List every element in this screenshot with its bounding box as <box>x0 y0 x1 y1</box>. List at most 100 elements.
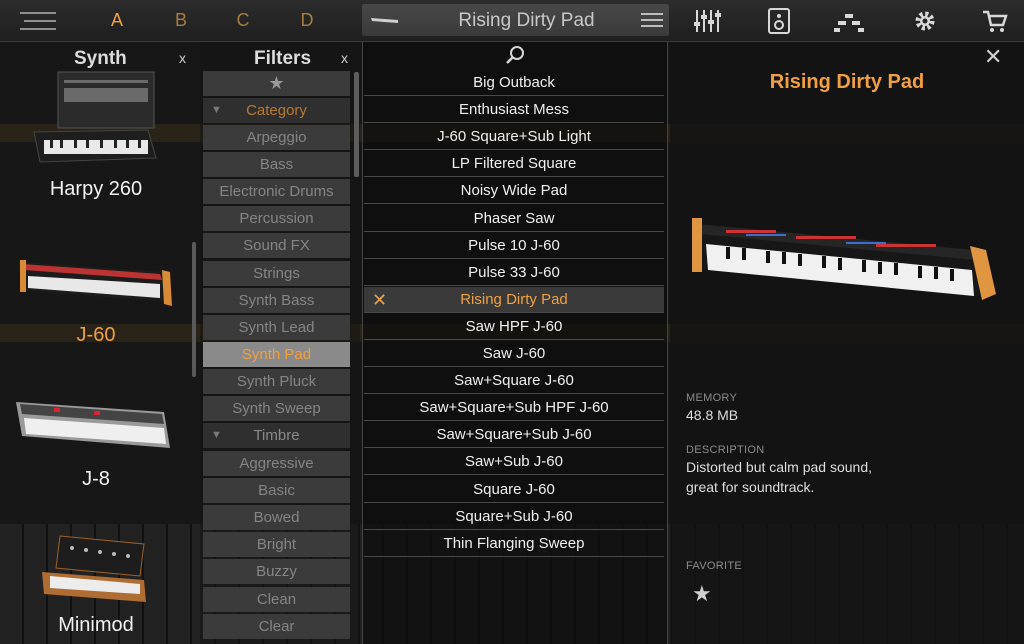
minimod-image <box>42 535 146 602</box>
filter-category-synth-lead[interactable]: Synth Lead <box>203 314 350 340</box>
synth-item-j-60[interactable]: J-60 <box>0 242 192 352</box>
slot-d-button[interactable]: D <box>296 10 318 31</box>
filter-timbre-bright[interactable]: Bright <box>203 532 350 558</box>
preset-list-item[interactable]: Pulse 33 J-60 <box>364 260 664 286</box>
preset-list-item-label: Saw+Sub J-60 <box>465 453 563 471</box>
filter-category-sound-fx[interactable]: Sound FX <box>203 233 350 259</box>
collapse-triangle-icon: ▼ <box>211 104 222 116</box>
detail-preset-title: Rising Dirty Pad <box>769 71 925 93</box>
preset-list-item[interactable]: Saw+Square+Sub HPF J-60 <box>364 395 664 422</box>
preset-list-item[interactable]: J-60 Square+Sub Light <box>364 124 664 151</box>
filter-category-arpeggio[interactable]: Arpeggio <box>203 125 350 150</box>
filter-category-synth-bass[interactable]: Synth Bass <box>203 287 350 313</box>
synth-panel-scrollbar[interactable] <box>192 242 196 377</box>
synth-item-j-8[interactable]: J-8 <box>0 394 192 494</box>
preset-list-item-label: Saw+Square+Sub J-60 <box>436 426 592 444</box>
filter-category-strings[interactable]: Strings <box>203 260 350 286</box>
filter-timbre-basic[interactable]: Basic <box>203 478 350 504</box>
synth-item-label: J-8 <box>82 468 110 490</box>
preset-list-item-label: Saw J-60 <box>482 345 546 362</box>
preset-list-item-label: Phaser Saw <box>473 209 555 227</box>
slot-a-button[interactable]: A <box>106 10 128 31</box>
current-preset-name: Rising Dirty Pad <box>458 10 595 31</box>
preset-list-item-label: Saw+Square+Sub HPF J-60 <box>419 399 609 417</box>
filters-scrollbar[interactable] <box>354 72 359 177</box>
synth-icon <box>371 18 398 23</box>
favorite-label: FAVORITE <box>686 560 742 572</box>
preset-list-item-label: J-60 Square+Sub Light <box>437 128 591 146</box>
preset-menu-icon[interactable] <box>641 12 663 28</box>
synth-item-harpy-260[interactable]: Harpy 260 <box>0 70 192 210</box>
shopping-cart-icon[interactable] <box>980 8 1010 34</box>
synth-panel-close-button[interactable]: x <box>179 50 186 66</box>
j-60-image <box>18 260 172 306</box>
favorite-star-icon[interactable]: ★ <box>692 581 712 607</box>
preset-list-item-label: Pulse 33 J-60 <box>468 263 560 281</box>
preset-list-item[interactable]: Square+Sub J-60 <box>364 504 664 530</box>
mixer-icon[interactable] <box>692 8 722 34</box>
preset-detail-panel <box>670 42 1024 644</box>
description-line-1: Distorted but calm pad sound, <box>686 459 872 475</box>
preset-list-item[interactable]: LP Filtered Square <box>364 151 664 178</box>
sequencer-icon[interactable] <box>834 8 864 34</box>
synth-panel-title: Synth <box>74 48 127 69</box>
preset-list-item[interactable]: Saw HPF J-60 <box>364 314 664 340</box>
slot-b-button[interactable]: B <box>170 10 192 31</box>
preset-list-item[interactable]: Saw+Sub J-60 <box>364 449 664 476</box>
top-bar: A B C D Rising Dirty Pad <box>0 0 1024 42</box>
detail-close-button[interactable]: ✕ <box>984 44 1002 70</box>
selected-mark-icon: ✕ <box>372 289 388 310</box>
main-menu-icon[interactable] <box>20 9 56 33</box>
preset-list-item[interactable]: Thin Flanging Sweep <box>364 531 664 557</box>
preset-list-item[interactable]: Pulse 10 J-60 <box>364 233 664 259</box>
j-60-synth-image <box>692 218 996 300</box>
preset-list-item[interactable]: Big Outback <box>364 70 664 96</box>
filter-timbre-clear[interactable]: Clear <box>203 613 350 639</box>
preset-list-item-label: Noisy Wide Pad <box>460 182 568 200</box>
preset-list-item[interactable]: Enthusiast Mess <box>364 97 664 124</box>
preset-list-item[interactable]: Noisy Wide Pad <box>364 178 664 205</box>
preset-list-item-label: Big Outback <box>473 74 555 91</box>
preset-selector[interactable]: Rising Dirty Pad <box>362 4 669 36</box>
synth-item-label: Harpy 260 <box>49 178 143 200</box>
preset-list-item[interactable]: Saw J-60 <box>364 341 664 367</box>
filters-panel-close-button[interactable]: x <box>341 50 348 66</box>
settings-gear-icon[interactable] <box>910 8 940 34</box>
preset-list-item[interactable]: Phaser Saw <box>364 206 664 232</box>
filter-category-synth-pad[interactable]: Synth Pad <box>203 341 350 367</box>
filter-category-synth-sweep[interactable]: Synth Sweep <box>203 396 350 421</box>
synth-item-label: Minimod <box>58 614 134 636</box>
synth-panel: Synth x Harpy 260 J-60 J-8 Minimod <box>0 42 200 644</box>
filter-category-bass[interactable]: Bass <box>203 152 350 178</box>
filters-panel-title: Filters <box>254 48 312 69</box>
timbre-section-header[interactable]: ▼ Timbre <box>203 423 350 448</box>
speaker-icon[interactable] <box>764 8 794 34</box>
slot-c-button[interactable]: C <box>232 10 254 31</box>
preset-list-item-label: LP Filtered Square <box>451 155 577 173</box>
filter-timbre-bowed[interactable]: Bowed <box>203 505 350 531</box>
preset-list-item[interactable]: ✕ Rising Dirty Pad <box>364 286 664 313</box>
preset-list-item[interactable]: Saw+Square J-60 <box>364 368 664 395</box>
filter-category-percussion[interactable]: Percussion <box>203 206 350 232</box>
preset-list-item[interactable]: Square J-60 <box>364 477 664 503</box>
filter-timbre-aggressive[interactable]: Aggressive <box>203 451 350 476</box>
filter-timbre-clean[interactable]: Clean <box>203 586 350 612</box>
preset-list-item-label: Pulse 10 J-60 <box>468 236 560 254</box>
description-line-2: great for soundtrack. <box>686 479 815 495</box>
filter-timbre-buzzy[interactable]: Buzzy <box>203 559 350 585</box>
category-section-header[interactable]: ▼ Category <box>203 98 350 123</box>
preset-list-item[interactable]: Saw+Square+Sub J-60 <box>364 422 664 449</box>
favorites-filter[interactable]: ★ <box>203 71 350 96</box>
preset-list-item-label: Square+Sub J-60 <box>455 507 573 525</box>
preset-list-item-label: Square J-60 <box>473 480 555 498</box>
synth-item-label: J-60 <box>76 324 116 346</box>
filter-category-electronic-drums[interactable]: Electronic Drums <box>203 179 350 205</box>
filter-category-synth-pluck[interactable]: Synth Pluck <box>203 368 350 394</box>
j-8-image <box>16 402 170 448</box>
synth-item-minimod[interactable]: Minimod <box>0 532 192 644</box>
search-icon[interactable] <box>504 44 526 66</box>
preset-list-item-label: Saw HPF J-60 <box>465 317 563 335</box>
preset-list-item-label: Thin Flanging Sweep <box>443 534 585 552</box>
harpy-260-image <box>33 71 157 163</box>
preset-list-item-label: Rising Dirty Pad <box>460 290 568 308</box>
